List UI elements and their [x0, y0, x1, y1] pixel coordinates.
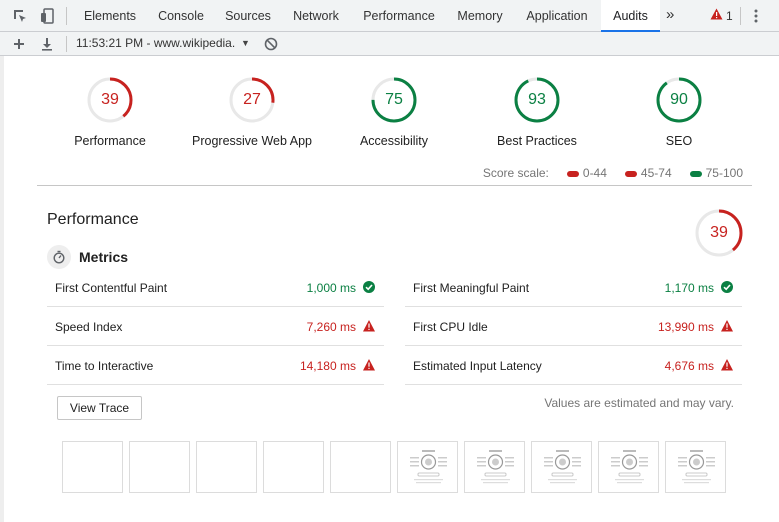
metric-value: 14,180 ms [299, 359, 356, 373]
report-selector[interactable]: 11:53:21 PM - www.wikipedia. [76, 32, 235, 56]
page-thumbnail-icon [611, 450, 648, 484]
filmstrip-frame [531, 441, 592, 493]
chevron-down-icon[interactable]: ▼ [241, 38, 250, 48]
metric-speed-index: Speed Index 7,260 ms [47, 307, 384, 346]
section-divider [37, 185, 752, 186]
score-scale-range-pass: 75-100 [689, 166, 743, 180]
clear-icon[interactable] [264, 37, 278, 51]
toolbar-divider [66, 36, 67, 52]
category-gauges: 39 Performance 27 Progressive Web App 75… [0, 56, 779, 166]
tab-console[interactable]: Console [150, 0, 212, 32]
page-thumbnail-icon [678, 450, 715, 484]
tab-performance[interactable]: Performance [356, 0, 442, 32]
metric-label: Speed Index [55, 320, 123, 334]
tab-audits[interactable]: Audits [601, 0, 660, 32]
metric-first-contentful-paint: First Contentful Paint 1,000 ms [47, 268, 384, 307]
add-icon[interactable] [11, 36, 27, 52]
pass-check-icon [721, 281, 733, 293]
tab-network[interactable]: Network [284, 0, 348, 32]
warning-count: 1 [726, 8, 733, 23]
toolbar-divider [66, 7, 67, 25]
metric-label: First Contentful Paint [55, 281, 168, 295]
gauge-label: SEO [665, 134, 693, 148]
filmstrip-frame [62, 441, 123, 493]
metric-label: Estimated Input Latency [413, 359, 542, 373]
view-trace-button[interactable]: View Trace [57, 396, 142, 420]
fail-warning-icon [721, 320, 733, 332]
tab-sources[interactable]: Sources [218, 0, 278, 32]
metrics-header: Metrics [47, 244, 128, 270]
metric-first-meaningful-paint: First Meaningful Paint 1,170 ms [405, 268, 742, 307]
fail-warning-icon [363, 320, 375, 332]
gauge-score: 90 [670, 91, 688, 108]
stopwatch-icon [47, 245, 71, 269]
metric-first-cpu-idle: First CPU Idle 13,990 ms [405, 307, 742, 346]
more-options-icon[interactable] [752, 8, 760, 24]
filmstrip-frame [598, 441, 659, 493]
filmstrip-frame [330, 441, 391, 493]
audits-toolbar: 11:53:21 PM - www.wikipedia. ▼ [0, 32, 779, 56]
metric-value: 1,000 ms [306, 281, 356, 295]
metrics-title: Metrics [79, 249, 129, 265]
warning-icon [710, 8, 723, 23]
filmstrip-frame [196, 441, 257, 493]
tab-memory[interactable]: Memory [450, 0, 510, 32]
metric-label: First Meaningful Paint [413, 281, 530, 295]
fail-warning-icon [363, 359, 375, 371]
tab-application[interactable]: Application [518, 0, 596, 32]
estimate-note: Values are estimated and may vary. [544, 396, 734, 410]
page-thumbnail-icon [544, 450, 581, 484]
scale-swatch [566, 170, 579, 177]
scale-swatch [624, 170, 637, 177]
filmstrip-frame [129, 441, 190, 493]
fail-warning-icon [721, 359, 733, 371]
metric-value: 13,990 ms [657, 320, 714, 334]
performance-score: 39 [710, 224, 728, 241]
pass-check-icon [363, 281, 375, 293]
page-thumbnail-icon [477, 450, 514, 484]
metric-time-to-interactive: Time to Interactive 14,180 ms [47, 346, 384, 385]
score-scale-range-fail: 0-44 [566, 166, 607, 180]
section-title-performance: Performance [47, 211, 139, 228]
download-icon[interactable] [39, 36, 55, 52]
tab-elements[interactable]: Elements [76, 0, 144, 32]
scale-swatch [689, 170, 702, 177]
filmstrip-frame [263, 441, 324, 493]
filmstrip-frame [397, 441, 458, 493]
metric-estimated-input-latency: Estimated Input Latency 4,676 ms [405, 346, 742, 385]
metric-label: Time to Interactive [55, 359, 154, 373]
filmstrip-frame [665, 441, 726, 493]
devtools-tab-bar: Elements Console Sources Network Perform… [0, 0, 779, 32]
metric-value: 1,170 ms [664, 281, 714, 295]
filmstrip-frame [464, 441, 525, 493]
metric-label: First CPU Idle [413, 320, 488, 334]
toolbar-divider [740, 7, 741, 25]
metric-value: 4,676 ms [664, 359, 714, 373]
warnings-badge[interactable]: 1 [710, 8, 733, 23]
device-toolbar-icon[interactable] [39, 8, 55, 24]
inspect-element-icon[interactable] [12, 8, 28, 24]
metric-value: 7,260 ms [306, 320, 356, 334]
score-scale-range-average: 45-74 [624, 166, 672, 180]
page-thumbnail-icon [410, 450, 447, 484]
score-scale-label: Score scale: [482, 166, 549, 180]
more-tabs-button[interactable]: » [666, 0, 674, 32]
gauge-seo[interactable]: 90 SEO [589, 76, 769, 148]
score-scale: Score scale: 0-44 45-74 75-100 [483, 166, 743, 180]
